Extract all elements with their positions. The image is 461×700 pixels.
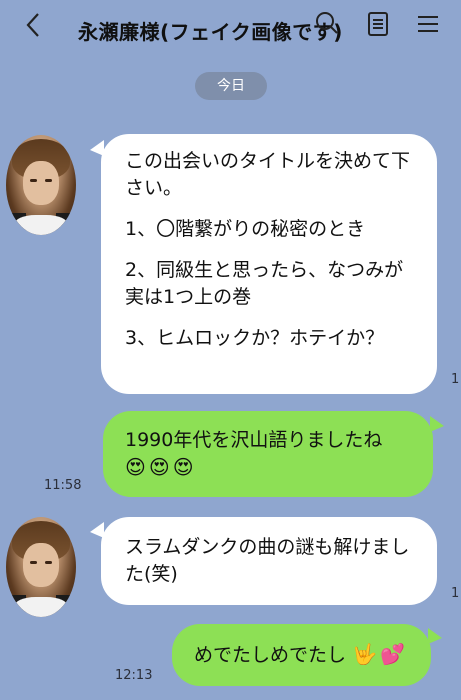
message-text: 1990年代を沢山語りましたね bbox=[125, 429, 383, 451]
chat-title: 永瀬廉様(フェイク画像です) bbox=[78, 20, 343, 44]
bubble-tail bbox=[428, 628, 442, 644]
avatar[interactable] bbox=[6, 517, 76, 617]
emoji-hearts: 😍😍😍 bbox=[125, 455, 197, 479]
message-bubble-incoming[interactable]: この出会いのタイトルを決めて下さい。 1、〇階繋がりの秘密のとき 2、同級生と思… bbox=[101, 134, 437, 394]
message-bubble-outgoing[interactable]: 1990年代を沢山語りましたね 😍😍😍 bbox=[103, 411, 433, 497]
chat-header: 永瀬廉様(フェイク画像です) bbox=[0, 0, 461, 58]
message-time: 1 bbox=[451, 586, 460, 601]
date-badge: 今日 bbox=[195, 72, 267, 100]
message-bubble-outgoing[interactable]: めでたしめでたし 🤟💕 bbox=[172, 624, 431, 686]
back-icon[interactable] bbox=[18, 10, 48, 40]
avatar[interactable] bbox=[6, 135, 76, 235]
message-text: 1、〇階繋がりの秘密のとき bbox=[125, 218, 366, 240]
message-text: 2、同級生と思ったら、なつみが実は1つ上の巻 bbox=[125, 259, 404, 308]
menu-icon[interactable] bbox=[413, 9, 443, 39]
message-text: 3、ヒムロックか？ホテイか？ bbox=[125, 327, 385, 349]
message-time: 1 bbox=[451, 372, 460, 387]
search-icon[interactable] bbox=[312, 9, 342, 39]
message-content: めでたしめでたし 🤟💕 bbox=[194, 641, 409, 669]
emoji-hand-heart: 🤟💕 bbox=[352, 642, 408, 666]
message-text: スラムダンクの曲の謎も解けました(笑) bbox=[125, 536, 410, 585]
notes-icon[interactable] bbox=[363, 9, 393, 39]
message-text: めでたしめでたし bbox=[194, 644, 347, 666]
message-bubble-incoming[interactable]: スラムダンクの曲の謎も解けました(笑) bbox=[101, 517, 437, 605]
message-text: この出会いのタイトルを決めて下さい。 bbox=[125, 150, 411, 199]
bubble-tail bbox=[430, 416, 444, 432]
message-time: 12:13 bbox=[115, 668, 153, 683]
message-time: 11:58 bbox=[44, 478, 82, 493]
